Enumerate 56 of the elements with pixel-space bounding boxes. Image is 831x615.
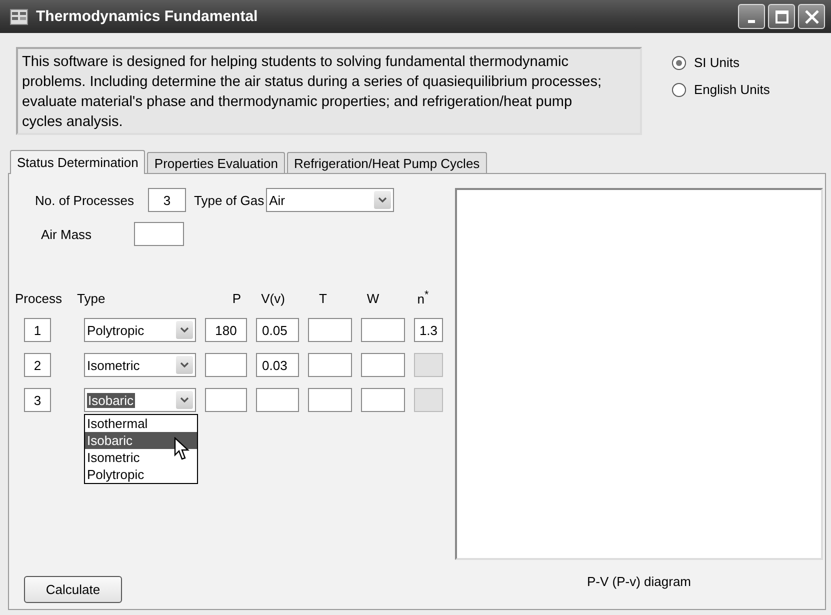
process-field[interactable]: 2 [24,353,51,377]
pressure-field[interactable] [205,388,247,412]
tab[interactable]: Status Determination [10,150,146,174]
volume-field[interactable] [256,388,299,412]
processes-label: No. of Processes [35,192,134,208]
process-field[interactable]: 3 [24,388,51,412]
exponent-field[interactable]: 1.3 [414,318,443,342]
gas-dropdown[interactable]: Air [266,188,394,212]
column-header: P [231,290,242,306]
dropdown-option[interactable]: Isothermal [85,415,197,432]
tab[interactable]: Properties Evaluation [147,152,285,173]
column-header: W [366,290,380,306]
close-button[interactable] [798,4,825,29]
calculate-button[interactable]: Calculate [24,576,122,603]
pressure-field[interactable] [205,353,247,377]
close-icon [804,10,818,24]
cursor-icon [174,437,190,461]
temperature-field[interactable] [308,318,352,342]
tab[interactable]: Refrigeration/Heat Pump Cycles [286,152,487,173]
chevron-icon [180,397,189,403]
column-header: Process [15,290,63,306]
maximize-icon [774,10,788,24]
type-dropdown[interactable]: Polytropic [84,318,196,342]
work-field[interactable] [361,353,405,377]
minimize-icon [748,20,755,22]
dropdown-option[interactable]: Isobaric [85,432,197,449]
dropdown-option[interactable]: Polytropic [85,466,197,483]
volume-field[interactable]: 0.03 [256,353,299,377]
pressure-field[interactable]: 180 [205,318,247,342]
mass-label: Air Mass [41,226,92,242]
work-field[interactable] [361,388,405,412]
column-header: V(v) [260,290,286,306]
unit-radio[interactable]: SI Units [672,55,770,70]
description-text: This software is designed for helping students to solving fundamental thermodynamic problems. Including determine the air status during a series of quasiequilibrium processes; evaluate material's phase and thermodynamic properties; and refrigeration/heat pump cycles analysis. [16,47,642,135]
maximize-button[interactable] [768,4,795,29]
column-header: T [318,290,328,306]
window-title: Thermodynamics Fundamental [36,8,259,25]
column-header: n$^{*}$ [416,289,430,307]
column-header: Type [76,290,106,306]
minimize-button[interactable] [738,4,765,29]
chevron-icon [180,327,189,333]
process-field[interactable]: 1 [24,318,51,342]
chevron-icon [180,362,189,368]
processes-field[interactable]: 3 [148,188,186,212]
mass-field[interactable] [134,222,184,246]
temperature-field[interactable] [308,353,352,377]
work-field[interactable] [361,318,405,342]
dropdown-option[interactable]: Isometric [85,449,197,466]
type-dropdown[interactable]: Isometric [84,353,196,377]
app-icon [10,8,28,24]
chevron-icon [378,197,388,203]
temperature-field[interactable] [308,388,352,412]
unit-radio[interactable]: English Units [672,82,770,97]
volume-field[interactable]: 0.05 [256,318,299,342]
gas-label: Type of Gas [194,192,264,208]
diagram-caption: P-V (P-v) diagram [586,574,692,589]
